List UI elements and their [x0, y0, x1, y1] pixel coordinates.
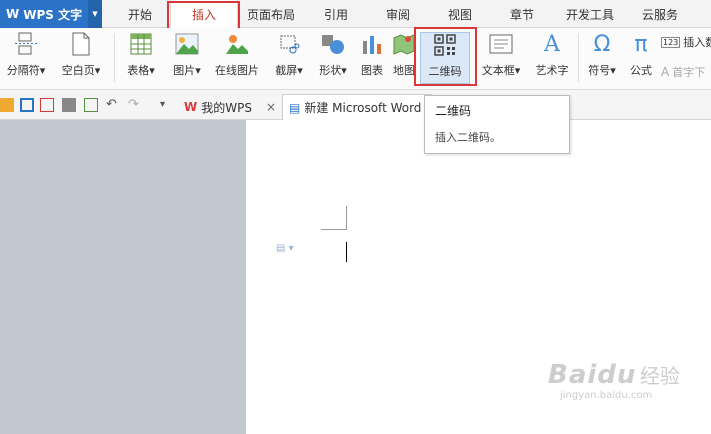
app-name: WPS 文字	[23, 7, 83, 22]
canvas-background	[0, 120, 246, 434]
dropcap-label: 首字下	[672, 66, 706, 79]
textbox-icon	[489, 32, 513, 56]
picture-button[interactable]: 图片▾	[166, 32, 208, 84]
wordart-icon: A	[544, 31, 560, 57]
print-preview-icon[interactable]	[84, 98, 98, 112]
textbox-button[interactable]: 文本框▾	[476, 32, 526, 84]
doc-tab-current-label: 新建 Microsoft Word	[304, 101, 422, 115]
bar-chart-icon	[360, 32, 384, 56]
tab-review[interactable]: 审阅	[376, 0, 420, 28]
close-icon[interactable]: ×	[266, 100, 276, 114]
formula-button[interactable]: π 公式	[624, 32, 658, 84]
text-cursor	[346, 242, 347, 262]
watermark-url: jingyan.baidu.com	[560, 390, 653, 401]
app-menu-button[interactable]: W WPS 文字 ▼	[0, 0, 102, 28]
tab-references[interactable]: 引用	[314, 0, 358, 28]
map-button[interactable]: 地图	[390, 32, 418, 84]
online-picture-label: 在线图片	[215, 64, 259, 77]
scissors-icon	[277, 32, 301, 56]
page-margin-marker	[321, 206, 347, 230]
ribbon-insert: 分隔符▾ 空白页▾ 表格▾ 图片▾ 在线图片 截屏▾ 形状▾ 图表 地图 二维码…	[0, 28, 711, 90]
chart-button[interactable]: 图表	[356, 32, 388, 84]
redo-icon[interactable]: ↷	[128, 98, 142, 112]
chevron-down-icon[interactable]: ▼	[88, 0, 102, 28]
qrcode-icon	[433, 33, 457, 57]
table-button[interactable]: 表格▾	[120, 32, 162, 84]
save-icon[interactable]	[20, 98, 34, 112]
tab-home[interactable]: 开始	[118, 0, 162, 28]
formula-label: 公式	[630, 64, 652, 77]
doc-tab-home[interactable]: W 我的WPS ×	[184, 94, 276, 120]
page-break-label: 分隔符	[6, 64, 40, 77]
menu-tab-bar: W WPS 文字 ▼ 开始 插入 页面布局 引用 审阅 视图 章节 开发工具 云…	[0, 0, 711, 29]
number-icon: 123	[661, 36, 681, 48]
pi-icon: π	[634, 31, 648, 57]
doc-tab-current[interactable]: ▤ 新建 Microsoft Word	[282, 94, 432, 120]
blank-page-icon	[69, 32, 93, 56]
online-picture-button[interactable]: 在线图片	[210, 32, 264, 84]
tab-insert[interactable]: 插入	[170, 0, 238, 29]
wps-logo-icon: W	[6, 7, 20, 21]
tooltip-description: 插入二维码。	[435, 131, 501, 144]
map-label: 地图	[393, 64, 415, 77]
screenshot-label: 截屏	[275, 64, 298, 77]
chart-label: 图表	[361, 64, 383, 77]
shapes-icon	[321, 32, 345, 56]
table-label: 表格	[127, 64, 150, 77]
shape-button[interactable]: 形状▾	[312, 32, 354, 84]
table-icon	[129, 32, 153, 56]
open-folder-icon[interactable]	[0, 98, 14, 112]
dropcap-button[interactable]: A 首字下	[661, 64, 711, 80]
tab-view[interactable]: 视图	[438, 0, 482, 28]
dropcap-icon: A	[661, 65, 670, 79]
ribbon-separator	[578, 34, 579, 82]
map-icon	[392, 32, 416, 56]
qrcode-tooltip: 二维码 插入二维码。	[424, 95, 570, 154]
online-picture-icon	[225, 32, 249, 56]
picture-icon	[175, 32, 199, 56]
page-break-button[interactable]: 分隔符▾	[2, 32, 50, 84]
print-icon[interactable]	[62, 98, 76, 112]
screenshot-button[interactable]: 截屏▾	[268, 32, 310, 84]
watermark-sub: 经验	[639, 364, 680, 388]
pdf-icon[interactable]	[40, 98, 54, 112]
paragraph-layout-icon[interactable]: ▤ ▾	[276, 243, 294, 254]
picture-label: 图片	[173, 64, 196, 77]
insert-number-label: 插入数	[683, 36, 711, 49]
insert-number-button[interactable]: 123 插入数	[661, 34, 711, 50]
watermark-brand: Baidu	[548, 360, 637, 390]
wordart-button[interactable]: A 艺术字	[530, 32, 574, 84]
shape-label: 形状	[319, 64, 342, 77]
tab-section[interactable]: 章节	[500, 0, 544, 28]
document-icon: ▤	[289, 100, 301, 115]
wps-w-icon: W	[184, 100, 198, 114]
qrcode-button[interactable]: 二维码	[420, 32, 470, 84]
page-break-icon	[14, 32, 38, 56]
omega-icon: Ω	[593, 31, 611, 57]
tab-page-layout[interactable]: 页面布局	[240, 0, 302, 28]
blank-page-button[interactable]: 空白页▾	[56, 32, 106, 84]
ribbon-separator	[114, 34, 115, 82]
tab-cloud[interactable]: 云服务	[632, 0, 688, 28]
undo-icon[interactable]: ↶	[106, 98, 120, 112]
tab-developer[interactable]: 开发工具	[558, 0, 622, 28]
textbox-label: 文本框	[481, 64, 515, 77]
quick-access-bar: ↶ ↷ ▾ W 我的WPS × ▤ 新建 Microsoft Word	[0, 90, 711, 120]
wordart-label: 艺术字	[535, 64, 569, 77]
tooltip-title: 二维码	[435, 104, 472, 118]
symbol-button[interactable]: Ω 符号▾	[582, 32, 622, 84]
customize-quick-access-icon[interactable]: ▾	[160, 98, 174, 112]
doc-tab-home-label: 我的WPS	[201, 100, 252, 115]
symbol-label: 符号	[588, 64, 611, 77]
blank-page-label: 空白页	[61, 64, 95, 77]
qrcode-label: 二维码	[428, 65, 462, 78]
baidu-watermark: Baidu 经验 jingyan.baidu.com	[548, 360, 708, 430]
